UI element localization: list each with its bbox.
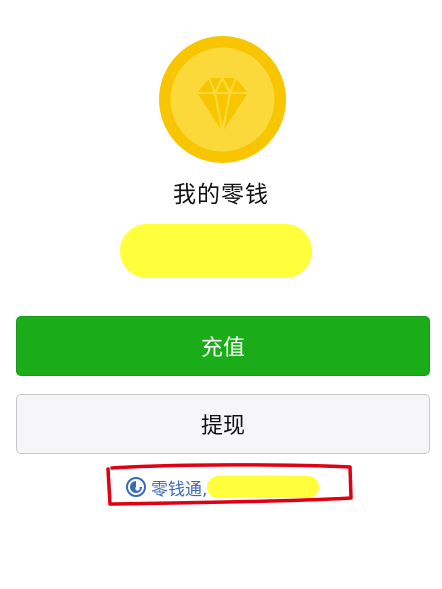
withdraw-button[interactable]: 提现 bbox=[16, 394, 430, 454]
lingqiantong-label: 零钱通, bbox=[151, 479, 208, 500]
diamond-coin-icon bbox=[159, 36, 286, 163]
lingqiantong-icon bbox=[126, 477, 146, 497]
recharge-button[interactable]: 充值 bbox=[16, 316, 430, 376]
lingqiantong-link[interactable]: 零钱通, bbox=[126, 472, 320, 502]
page-title: 我的零钱 bbox=[173, 182, 269, 208]
withdraw-button-label: 提现 bbox=[200, 414, 245, 439]
balance-amount bbox=[120, 224, 312, 278]
lingqiantong-value bbox=[207, 476, 320, 498]
recharge-button-label: 充值 bbox=[200, 336, 245, 361]
wallet-page: 我的零钱 充值 提现 零钱通, bbox=[0, 0, 442, 589]
